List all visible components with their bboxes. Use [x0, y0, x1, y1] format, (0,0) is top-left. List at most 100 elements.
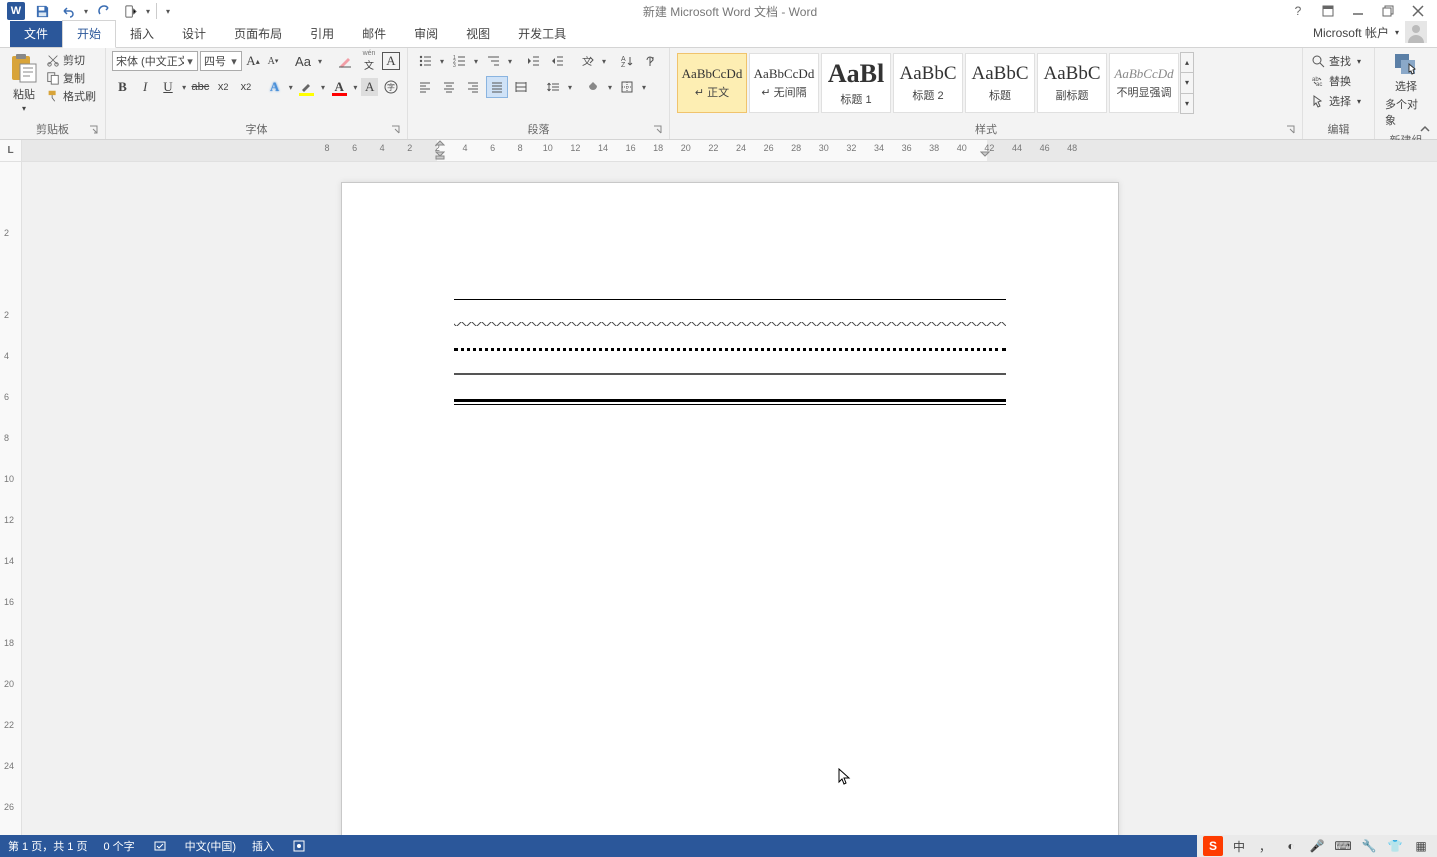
change-case-dropdown[interactable]: ▾ [316, 57, 324, 66]
style-item-1[interactable]: AaBbCcDd↵ 无间隔 [749, 53, 819, 113]
undo-dropdown[interactable]: ▾ [82, 7, 90, 16]
tab-insert[interactable]: 插入 [116, 21, 168, 47]
status-mode[interactable]: 插入 [252, 838, 274, 854]
superscript-button[interactable]: x2 [236, 76, 257, 98]
change-case-button[interactable]: Aa [292, 50, 314, 72]
subscript-button[interactable]: x2 [213, 76, 234, 98]
skin-icon[interactable]: 👕 [1385, 836, 1405, 856]
styles-spin-1[interactable]: ▾ [1181, 72, 1193, 92]
ime-mode-icon[interactable]: 中 [1229, 836, 1249, 856]
line-spacing-button[interactable] [542, 76, 564, 98]
undo-button[interactable] [56, 1, 80, 21]
shading-dropdown[interactable]: ▾ [606, 83, 614, 92]
show-marks-button[interactable] [640, 50, 662, 72]
tab-review[interactable]: 审阅 [400, 21, 452, 47]
font-name-combo[interactable]: 宋体 (中文正文▾ [112, 51, 198, 71]
find-button[interactable]: 查找▾ [1309, 52, 1363, 70]
tab-layout[interactable]: 页面布局 [220, 21, 296, 47]
cut-button[interactable]: 剪切 [46, 52, 96, 68]
align-center-button[interactable] [438, 76, 460, 98]
paste-button[interactable]: 粘贴 ▾ [6, 50, 42, 115]
tab-mailings[interactable]: 邮件 [348, 21, 400, 47]
bold-button[interactable]: B [112, 76, 133, 98]
align-left-button[interactable] [414, 76, 436, 98]
replace-button[interactable]: abac替换 [1309, 72, 1363, 90]
highlight-dropdown[interactable]: ▾ [319, 83, 327, 92]
sort-button[interactable]: AZ [616, 50, 638, 72]
asian-layout-dropdown[interactable]: ▾ [600, 57, 608, 66]
clipboard-dialog-launcher[interactable] [89, 125, 101, 137]
document-scroll[interactable] [22, 162, 1437, 835]
multilevel-dropdown[interactable]: ▾ [506, 57, 514, 66]
char-border-button[interactable]: A [382, 52, 400, 70]
page[interactable] [341, 182, 1119, 835]
spellcheck-icon[interactable] [151, 837, 169, 855]
clear-format-button[interactable] [334, 50, 356, 72]
style-item-3[interactable]: AaBbC标题 2 [893, 53, 963, 113]
borders-button[interactable] [616, 76, 638, 98]
styles-gallery[interactable]: AaBbCcDd↵ 正文AaBbCcDd↵ 无间隔AaBl标题 1AaBbC标题… [676, 52, 1194, 114]
align-justify-button[interactable] [486, 76, 508, 98]
touch-mode-button[interactable] [118, 1, 142, 21]
line-spacing-dropdown[interactable]: ▾ [566, 83, 574, 92]
soft-keyboard-icon[interactable]: ⌨ [1333, 836, 1353, 856]
macro-record-icon[interactable] [290, 837, 308, 855]
text-effects-dropdown[interactable]: ▾ [287, 83, 295, 92]
format-painter-button[interactable]: 格式刷 [46, 88, 96, 104]
styles-dialog-launcher[interactable] [1286, 125, 1298, 137]
mic-icon[interactable]: 🎤 [1307, 836, 1327, 856]
text-effects-button[interactable]: A [264, 76, 285, 98]
bullets-dropdown[interactable]: ▾ [438, 57, 446, 66]
enclose-char-button[interactable]: 字 [380, 76, 401, 98]
grow-font-button[interactable]: A▴ [244, 50, 262, 72]
menu-icon[interactable]: ▦ [1411, 836, 1431, 856]
increase-indent-button[interactable] [546, 50, 568, 72]
paragraph-dialog-launcher[interactable] [653, 125, 665, 137]
style-item-2[interactable]: AaBl标题 1 [821, 53, 891, 113]
decrease-indent-button[interactable] [522, 50, 544, 72]
tab-file[interactable]: 文件 [10, 21, 62, 47]
copy-button[interactable]: 复制 [46, 70, 96, 86]
account-menu[interactable]: Microsoft 帐户 ▾ [1303, 17, 1437, 47]
font-size-combo[interactable]: 四号▾ [200, 51, 242, 71]
tab-references[interactable]: 引用 [296, 21, 348, 47]
status-wordcount[interactable]: 0 个字 [103, 838, 134, 854]
underline-button[interactable]: U [158, 76, 179, 98]
tab-home[interactable]: 开始 [62, 20, 116, 48]
borders-dropdown[interactable]: ▾ [640, 83, 648, 92]
style-item-4[interactable]: AaBbC标题 [965, 53, 1035, 113]
select-multiple-objects-button[interactable]: 选择 多个对象 [1381, 50, 1431, 130]
bullets-button[interactable] [414, 50, 436, 72]
status-page[interactable]: 第 1 页，共 1 页 [8, 838, 87, 854]
sogou-ime-icon[interactable]: S [1203, 836, 1223, 856]
redo-button[interactable] [92, 1, 116, 21]
underline-dropdown[interactable]: ▾ [180, 83, 188, 92]
status-language[interactable]: 中文(中国) [185, 838, 236, 854]
styles-spin-0[interactable]: ▴ [1181, 53, 1193, 72]
tab-design[interactable]: 设计 [168, 21, 220, 47]
qat-customize-dropdown[interactable]: ▾ [161, 7, 175, 16]
highlight-button[interactable] [296, 76, 317, 98]
punctuation-icon[interactable]: ， [1255, 836, 1275, 856]
collapse-ribbon-button[interactable] [1419, 123, 1431, 135]
shading-button[interactable] [582, 76, 604, 98]
style-item-5[interactable]: AaBbC副标题 [1037, 53, 1107, 113]
strike-button[interactable]: abc [190, 76, 211, 98]
touch-mode-dropdown[interactable]: ▾ [144, 7, 152, 16]
full-half-icon[interactable]: ◐ [1281, 836, 1301, 856]
align-right-button[interactable] [462, 76, 484, 98]
style-item-6[interactable]: AaBbCcDd不明显强调 [1109, 53, 1179, 113]
asian-layout-button[interactable]: 文 [576, 50, 598, 72]
tab-developer[interactable]: 开发工具 [504, 21, 580, 47]
tab-selector[interactable]: L [0, 140, 22, 161]
vertical-ruler[interactable]: 22468101214161820222426 [0, 162, 22, 835]
numbering-button[interactable]: 123 [448, 50, 470, 72]
italic-button[interactable]: I [135, 76, 156, 98]
font-color-dropdown[interactable]: ▾ [352, 83, 360, 92]
select-button[interactable]: 选择▾ [1309, 92, 1363, 110]
numbering-dropdown[interactable]: ▾ [472, 57, 480, 66]
tool-icon[interactable]: 🔧 [1359, 836, 1379, 856]
font-dialog-launcher[interactable] [391, 125, 403, 137]
save-button[interactable] [30, 1, 54, 21]
phonetic-guide-button[interactable]: wén文 [358, 50, 380, 72]
